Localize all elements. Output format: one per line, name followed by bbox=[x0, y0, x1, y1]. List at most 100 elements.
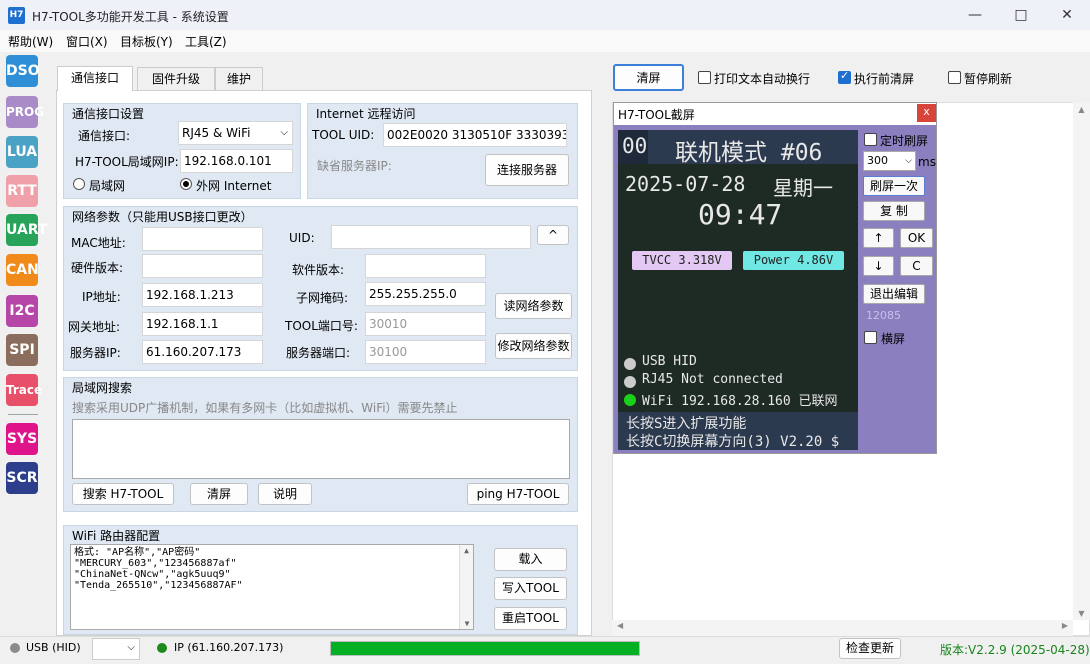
wifi-restart-button[interactable]: 重启TOOL bbox=[494, 607, 567, 630]
ping-tool-button[interactable]: ping H7-TOOL bbox=[467, 483, 569, 505]
lcd-foot2: 长按C切换屏幕方向(3) V2.20 $ bbox=[626, 434, 840, 450]
tab-comm[interactable]: 通信接口 bbox=[57, 66, 133, 91]
right-clear-button[interactable]: 清屏 bbox=[613, 64, 684, 91]
uid-field[interactable] bbox=[331, 225, 531, 249]
pause-label: 暂停刷新 bbox=[964, 72, 1013, 86]
connect-server-button[interactable]: 连接服务器 bbox=[485, 154, 569, 186]
check-update-button[interactable]: 检查更新 bbox=[839, 638, 901, 659]
close-icon[interactable]: ✕ bbox=[1044, 0, 1090, 30]
sidebar-btn-spi[interactable]: SPI bbox=[6, 334, 38, 366]
sidebar-btn-uart[interactable]: UART bbox=[6, 214, 47, 246]
read-net-button[interactable]: 读网络参数 bbox=[495, 293, 572, 319]
refresh-once-button[interactable]: 刷屏一次 bbox=[863, 176, 925, 196]
version-label: 版本:V2.2.9 (2025-04-28) bbox=[940, 643, 1090, 657]
ok-button[interactable]: OK bbox=[900, 228, 933, 248]
scroll-up-icon[interactable]: ▲ bbox=[1073, 105, 1090, 114]
wifi-write-button[interactable]: 写入TOOL bbox=[494, 577, 567, 600]
lcd-usb: USB HID bbox=[642, 354, 697, 369]
output-vscroll[interactable]: ▲ ▼ bbox=[1073, 102, 1090, 620]
landscape-checkbox[interactable] bbox=[864, 331, 877, 344]
timer-refresh-checkbox[interactable] bbox=[864, 133, 877, 146]
gateway-field[interactable]: 192.168.1.1 bbox=[142, 312, 263, 336]
sidebar-btn-dso[interactable]: DSO bbox=[6, 55, 40, 87]
sidebar-btn-scr[interactable]: SCR bbox=[6, 462, 38, 494]
lan-ip-label: H7-TOOL局域网IP: bbox=[75, 155, 179, 169]
sw-version-field[interactable] bbox=[365, 254, 486, 278]
clear-before-checkbox[interactable] bbox=[838, 69, 851, 84]
interval-select[interactable]: 300 ⌵ bbox=[863, 151, 916, 171]
tool-port-label: TOOL端口号: bbox=[285, 319, 358, 333]
server-ip-field[interactable]: 61.160.207.173 bbox=[142, 340, 263, 364]
minimize-icon[interactable]: — bbox=[952, 0, 998, 30]
tab-firmware[interactable]: 固件升级 bbox=[137, 67, 215, 91]
sidebar-btn-rtt[interactable]: RTT bbox=[6, 175, 38, 207]
sw-version-label: 软件版本: bbox=[292, 263, 345, 277]
wifi-line: "Tenda_265510","123456887AF" bbox=[74, 580, 243, 591]
scroll-down-icon[interactable]: ▼ bbox=[460, 618, 474, 629]
capture-count: 12085 bbox=[866, 309, 901, 322]
wifi-load-button[interactable]: 载入 bbox=[494, 548, 567, 571]
menu-target[interactable]: 目标板(Y) bbox=[120, 33, 173, 50]
hw-version-field[interactable] bbox=[142, 254, 263, 278]
tool-uid-label: TOOL UID: bbox=[312, 128, 375, 142]
port-select[interactable]: ⌵ bbox=[92, 638, 140, 660]
lcd-num: 00 bbox=[622, 134, 648, 158]
lan-clear-button[interactable]: 清屏 bbox=[190, 483, 248, 505]
usb-status: USB (HID) bbox=[26, 641, 81, 654]
sidebar-btn-i2c[interactable]: I2C bbox=[6, 295, 38, 327]
sidebar-btn-prog[interactable]: PROG bbox=[6, 96, 44, 128]
wifi-status-dot bbox=[624, 394, 636, 406]
sidebar-btn-trace[interactable]: Trace bbox=[6, 374, 42, 406]
scroll-down-icon[interactable]: ▼ bbox=[1073, 609, 1090, 618]
lcd-foot1: 长按S进入扩展功能 bbox=[626, 416, 747, 432]
wrap-label: 打印文本自动换行 bbox=[714, 72, 811, 86]
sidebar-btn-sys[interactable]: SYS bbox=[6, 423, 38, 455]
lan-ip-field[interactable]: 192.168.0.101 bbox=[180, 149, 293, 173]
tab-maintenance[interactable]: 维护 bbox=[215, 67, 263, 91]
exit-edit-button[interactable]: 退出编辑 bbox=[863, 284, 925, 304]
pause-checkbox[interactable] bbox=[948, 71, 961, 84]
down-button[interactable]: ↓ bbox=[863, 256, 894, 276]
lcd-tvcc: TVCC 3.318V bbox=[632, 251, 732, 270]
write-net-button[interactable]: 修改网络参数 bbox=[495, 333, 572, 359]
search-tool-button[interactable]: 搜索 H7-TOOL bbox=[72, 483, 174, 505]
lan-search-hint: 搜索采用UDP广播机制，如果有多网卡（比如虚拟机、WiFi）需要先禁止 bbox=[72, 401, 458, 415]
lcd-wifi: WiFi 192.168.28.160 已联网 bbox=[642, 394, 838, 409]
ip-field[interactable]: 192.168.1.213 bbox=[142, 283, 263, 307]
uid-expand-button[interactable]: ^ bbox=[537, 225, 569, 245]
mac-field[interactable] bbox=[142, 227, 263, 251]
scroll-up-icon[interactable]: ▲ bbox=[460, 545, 473, 556]
menu-window[interactable]: 窗口(X) bbox=[66, 33, 108, 50]
sidebar-btn-can[interactable]: CAN bbox=[6, 254, 39, 286]
radio-wan[interactable] bbox=[180, 178, 192, 190]
capture-close-icon[interactable]: x bbox=[917, 104, 936, 122]
hw-version-label: 硬件版本: bbox=[71, 261, 124, 275]
wifi-scrollbar[interactable]: ▲ ▼ bbox=[459, 545, 473, 629]
output-hscroll[interactable]: ◀ ▶ bbox=[612, 620, 1073, 636]
iface-select[interactable]: RJ45 & WiFi ⌵ bbox=[178, 121, 293, 145]
up-button[interactable]: ↑ bbox=[863, 228, 894, 248]
chevron-down-icon: ⌵ bbox=[127, 642, 135, 653]
c-button[interactable]: C bbox=[900, 256, 933, 276]
maximize-icon[interactable]: □ bbox=[998, 0, 1044, 30]
wrap-checkbox[interactable] bbox=[698, 71, 711, 84]
copy-button[interactable]: 复 制 bbox=[863, 201, 925, 221]
server-port-field[interactable]: 30100 bbox=[365, 340, 486, 364]
sidebar-btn-lua[interactable]: LUA bbox=[6, 136, 38, 168]
menu-tools[interactable]: 工具(Z) bbox=[185, 33, 227, 50]
radio-wan-label: 外网 Internet bbox=[196, 179, 272, 193]
radio-lan[interactable] bbox=[73, 178, 85, 190]
wifi-config-text[interactable]: 格式: "AP名称","AP密码" "MERCURY_603","1234568… bbox=[70, 544, 474, 630]
scroll-left-icon[interactable]: ◀ bbox=[617, 621, 623, 630]
tool-port-field[interactable]: 30010 bbox=[365, 312, 486, 336]
lan-help-button[interactable]: 说明 bbox=[258, 483, 312, 505]
lcd-date: 2025-07-28 bbox=[625, 172, 746, 196]
mask-field[interactable]: 255.255.255.0 bbox=[365, 282, 486, 306]
sidebar-divider bbox=[8, 414, 38, 415]
tool-uid-field[interactable]: 002E0020 3130510F 33303938 bbox=[383, 123, 567, 147]
menu-help[interactable]: 帮助(W) bbox=[8, 33, 53, 50]
wifi-line: "MERCURY_603","123456887af" bbox=[74, 558, 237, 569]
lan-search-results[interactable] bbox=[72, 419, 570, 479]
scroll-right-icon[interactable]: ▶ bbox=[1062, 621, 1068, 630]
server-ip-label: 服务器IP: bbox=[70, 346, 121, 360]
